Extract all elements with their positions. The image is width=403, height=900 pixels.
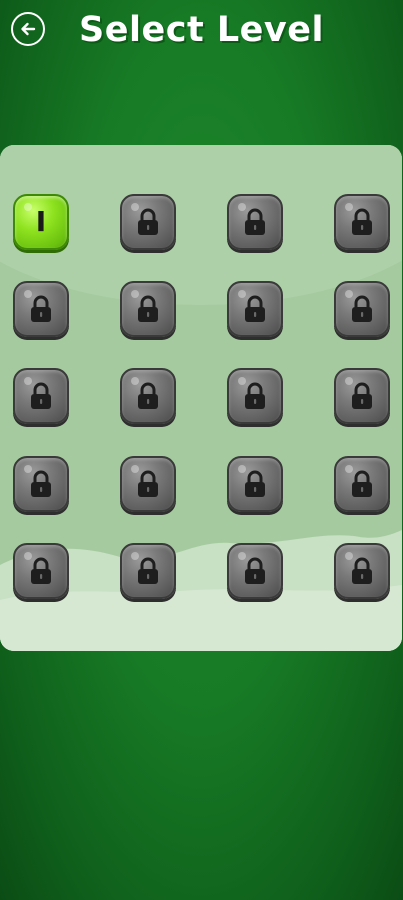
- level-button-8[interactable]: [334, 281, 390, 337]
- tile-shine: [238, 377, 246, 385]
- level-button-11[interactable]: [227, 368, 283, 424]
- padlock-icon: [245, 382, 265, 409]
- padlock-icon: [352, 295, 372, 322]
- padlock-icon: [352, 382, 372, 409]
- level-button-7[interactable]: [227, 281, 283, 337]
- padlock-icon: [245, 295, 265, 322]
- level-button-4[interactable]: [334, 194, 390, 250]
- level-button-18[interactable]: [120, 543, 176, 599]
- level-button-2[interactable]: [120, 194, 176, 250]
- tile-shine: [131, 290, 139, 298]
- level-button-13[interactable]: [13, 456, 69, 512]
- level-button-16[interactable]: [334, 456, 390, 512]
- level-button-6[interactable]: [120, 281, 176, 337]
- tile-shine: [345, 465, 353, 473]
- tile-shine: [238, 290, 246, 298]
- header-bar: Select Level: [0, 0, 403, 70]
- tile-shine: [24, 465, 32, 473]
- padlock-icon: [245, 470, 265, 497]
- level-button-9[interactable]: [13, 368, 69, 424]
- level-number: I: [35, 205, 47, 238]
- padlock-icon: [138, 557, 158, 584]
- level-button-14[interactable]: [120, 456, 176, 512]
- padlock-icon: [245, 208, 265, 235]
- tile-shine: [238, 465, 246, 473]
- padlock-icon: [352, 470, 372, 497]
- tile-shine: [131, 465, 139, 473]
- padlock-icon: [138, 382, 158, 409]
- padlock-icon: [138, 208, 158, 235]
- tile-shine: [24, 552, 32, 560]
- padlock-icon: [31, 295, 51, 322]
- level-button-1[interactable]: I: [13, 194, 69, 250]
- level-button-17[interactable]: [13, 543, 69, 599]
- tile-shine: [345, 552, 353, 560]
- level-button-5[interactable]: [13, 281, 69, 337]
- level-button-19[interactable]: [227, 543, 283, 599]
- level-button-20[interactable]: [334, 543, 390, 599]
- tile-shine: [238, 552, 246, 560]
- tile-shine: [131, 203, 139, 211]
- padlock-icon: [31, 557, 51, 584]
- padlock-icon: [245, 557, 265, 584]
- tile-shine: [131, 552, 139, 560]
- level-button-15[interactable]: [227, 456, 283, 512]
- padlock-icon: [352, 557, 372, 584]
- tile-shine: [345, 203, 353, 211]
- level-button-12[interactable]: [334, 368, 390, 424]
- padlock-icon: [352, 208, 372, 235]
- page-title: Select Level: [79, 10, 324, 50]
- tile-shine: [24, 203, 32, 211]
- level-button-10[interactable]: [120, 368, 176, 424]
- tile-shine: [24, 377, 32, 385]
- padlock-icon: [138, 295, 158, 322]
- level-panel: I: [0, 145, 402, 651]
- padlock-icon: [31, 470, 51, 497]
- tile-shine: [24, 290, 32, 298]
- tile-shine: [345, 290, 353, 298]
- tile-shine: [238, 203, 246, 211]
- level-grid: I: [0, 145, 402, 651]
- tile-shine: [345, 377, 353, 385]
- tile-shine: [131, 377, 139, 385]
- padlock-icon: [31, 382, 51, 409]
- padlock-icon: [138, 470, 158, 497]
- level-button-3[interactable]: [227, 194, 283, 250]
